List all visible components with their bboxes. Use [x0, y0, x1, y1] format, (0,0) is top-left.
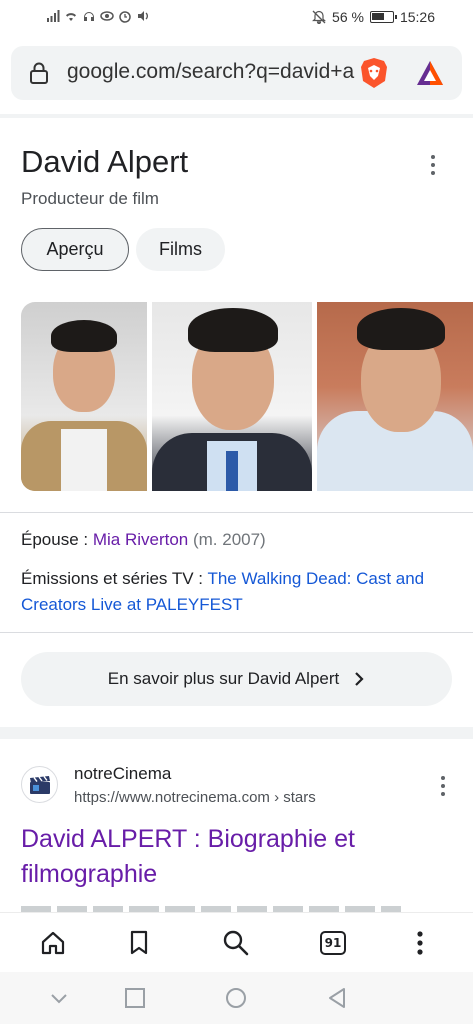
notifications-off-icon	[312, 10, 326, 24]
clapperboard-icon	[29, 775, 50, 794]
home-button[interactable]	[37, 927, 69, 959]
bookmarks-button[interactable]	[123, 927, 155, 959]
search-icon	[223, 930, 249, 956]
volume-icon	[138, 11, 148, 21]
entity-photo-3[interactable]	[317, 302, 473, 491]
browser-toolbar: 91	[0, 912, 473, 972]
entity-title: David Alpert	[21, 144, 189, 179]
learn-more-label: En savoir plus sur David Alpert	[107, 669, 340, 688]
home-icon	[41, 931, 65, 955]
separator	[0, 632, 473, 633]
fact-label: Émissions et séries TV :	[21, 569, 208, 588]
clock: 15:26	[399, 9, 435, 25]
brave-rewards-icon[interactable]	[415, 59, 445, 87]
search-button[interactable]	[220, 927, 252, 959]
fact-label: Épouse :	[21, 530, 93, 549]
back-triangle-icon[interactable]	[326, 987, 348, 1009]
entity-photo-2[interactable]	[152, 302, 312, 491]
fact-tv-shows: Émissions et séries TV : The Walking Dea…	[21, 566, 461, 618]
bookmark-icon	[130, 930, 148, 955]
recents-square-icon[interactable]	[124, 987, 146, 1009]
fact-detail: (m. 2007)	[188, 530, 266, 549]
tab-overview[interactable]: Aperçu	[21, 228, 129, 271]
chevron-right-icon	[355, 672, 364, 686]
result-url[interactable]: https://www.notrecinema.com › stars	[74, 789, 316, 806]
brave-shields-icon[interactable]	[359, 57, 389, 89]
eye-icon	[100, 11, 114, 21]
more-vert-icon	[417, 931, 423, 955]
entity-photo-1[interactable]	[21, 302, 147, 491]
status-icons-left	[46, 9, 150, 23]
fact-spouse: Épouse : Mia Riverton (m. 2007)	[21, 527, 266, 553]
section-divider	[0, 727, 473, 739]
address-bar[interactable]: google.com/search?q=david+a	[11, 46, 462, 100]
battery-percent: 56 %	[332, 9, 364, 25]
lock-icon[interactable]	[28, 62, 50, 84]
system-navigation-bar	[0, 972, 473, 1024]
entity-subtitle: Producteur de film	[21, 189, 159, 208]
more-options-icon[interactable]	[422, 153, 444, 177]
status-bar: 56 % 15:26	[0, 0, 473, 36]
wifi-icon	[66, 13, 76, 21]
menu-button[interactable]	[404, 927, 436, 959]
result-url-path: › stars	[269, 789, 316, 806]
signal-icon	[47, 10, 60, 22]
separator	[0, 512, 473, 513]
result-url-base: https://www.notrecinema.com	[74, 789, 270, 806]
learn-more-button[interactable]: En savoir plus sur David Alpert	[21, 652, 452, 706]
tab-films[interactable]: Films	[136, 228, 225, 271]
headset-icon	[84, 12, 94, 21]
site-favicon[interactable]	[21, 766, 58, 803]
spouse-link[interactable]: Mia Riverton	[93, 530, 188, 549]
result-site-name[interactable]: notreCinema	[74, 764, 171, 784]
home-circle-icon[interactable]	[225, 987, 247, 1009]
alarm-icon	[119, 11, 131, 23]
divider	[0, 114, 473, 118]
battery-icon	[369, 11, 397, 23]
result-title-link[interactable]: David ALPERT : Biographie et filmographi…	[21, 822, 441, 892]
chevron-down-icon[interactable]	[48, 987, 70, 1009]
tab-count: 91	[320, 931, 346, 955]
status-icons-right: 56 % 15:26	[312, 9, 435, 25]
tabs-button[interactable]: 91	[317, 927, 349, 959]
url-text[interactable]: google.com/search?q=david+a	[67, 60, 357, 88]
result-more-icon[interactable]	[432, 776, 454, 796]
